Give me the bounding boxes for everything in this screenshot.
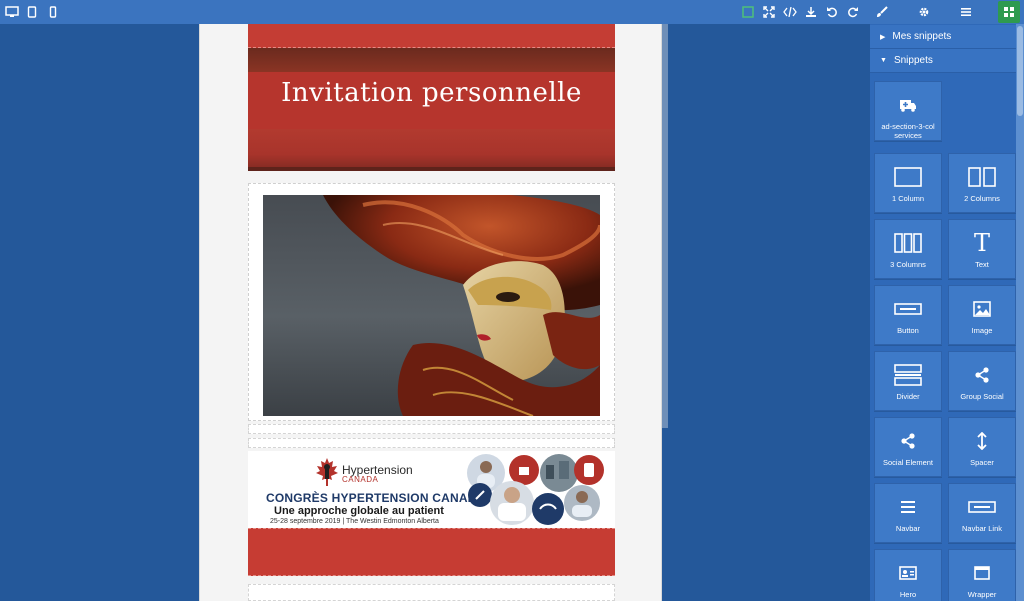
snippet-3-columns[interactable]: 3 Columns — [874, 219, 942, 279]
snippet-label: Button — [897, 326, 919, 335]
medical-collage-icon — [467, 454, 604, 525]
spacer-row[interactable] — [248, 424, 615, 434]
congress-banner[interactable]: Hypertension CANADA CONGRÈS HYPERTENSION… — [248, 451, 615, 528]
button-icon — [875, 296, 941, 322]
footer-red-band[interactable] — [248, 528, 615, 576]
snippet-label: Navbar — [895, 524, 921, 533]
snippet-wrapper[interactable]: Wrapper — [948, 549, 1016, 601]
snippet-spacer[interactable]: Spacer — [948, 417, 1016, 477]
snippet-label: Group Social — [960, 392, 1004, 401]
undo-icon[interactable] — [822, 0, 842, 24]
banner-dates: 25-28 septembre 2019 | The Westin Edmont… — [270, 518, 439, 525]
border-toggle-icon[interactable] — [738, 0, 758, 24]
desktop-view-icon[interactable] — [2, 0, 22, 24]
header-dark-band — [248, 48, 615, 72]
paint-brush-icon[interactable] — [872, 0, 892, 24]
panel-scrollbar-thumb[interactable] — [1017, 26, 1023, 116]
logo-sub: CANADA — [342, 475, 379, 484]
snippet-label: 1 Column — [891, 194, 925, 203]
email-header[interactable]: Invitation personnelle — [248, 24, 615, 171]
snippet-label: Divider — [896, 392, 920, 401]
section-label: Snippets — [893, 55, 933, 66]
download-icon[interactable] — [801, 0, 821, 24]
header-stripe — [248, 24, 615, 48]
maple-leaf-logo-icon — [316, 458, 338, 486]
masquerade-photo[interactable] — [263, 195, 600, 416]
snippet-label: 3 Columns — [890, 260, 926, 269]
snippet-label: Social Element — [882, 458, 934, 467]
image-icon — [949, 296, 1015, 322]
email-page[interactable]: Invitation personnelle Hypertension CANA… — [199, 24, 662, 601]
image-block[interactable] — [248, 183, 615, 421]
redo-icon[interactable] — [843, 0, 863, 24]
panel-scrollbar[interactable] — [1016, 24, 1024, 601]
id-card-icon — [875, 560, 941, 586]
fullscreen-icon[interactable] — [759, 0, 779, 24]
snippet-navbar-link[interactable]: Navbar Link — [948, 483, 1016, 543]
snippet-label: Hero — [899, 590, 917, 599]
vertical-arrows-icon — [949, 428, 1015, 454]
snippet-label: ad-section-3-col services — [881, 122, 935, 140]
ambulance-icon — [875, 92, 941, 118]
snippet-image[interactable]: Image — [948, 285, 1016, 345]
snippet-label: Wrapper — [967, 590, 997, 599]
window-icon — [949, 560, 1015, 586]
snippet-social-element[interactable]: Social Element — [874, 417, 942, 477]
tablet-view-icon[interactable] — [22, 0, 42, 24]
snippet-1-column[interactable]: 1 Column — [874, 153, 942, 213]
two-columns-icon — [949, 164, 1015, 190]
one-column-icon — [875, 164, 941, 190]
three-columns-icon — [875, 230, 941, 256]
header-base — [248, 129, 615, 171]
snippet-label: Navbar Link — [961, 524, 1003, 533]
snippet-group-social[interactable]: Group Social — [948, 351, 1016, 411]
snippet-ad-section[interactable]: ad-section-3-col services — [874, 81, 942, 141]
banner-headline: CONGRÈS HYPERTENSION CANADA — [266, 491, 486, 505]
header-title[interactable]: Invitation personnelle — [248, 78, 615, 108]
layers-menu-icon[interactable] — [956, 0, 976, 24]
share-icon — [875, 428, 941, 454]
snippet-divider[interactable]: Divider — [874, 351, 942, 411]
text-icon: T — [973, 229, 990, 257]
section-mes-snippets[interactable]: ▶ Mes snippets — [870, 25, 1016, 49]
snippet-label: Image — [971, 326, 993, 335]
divider-icon — [875, 362, 941, 388]
banner-subline: Une approche globale au patient — [274, 505, 444, 517]
caret-right-icon: ▶ — [880, 33, 886, 41]
snippet-text[interactable]: T Text — [948, 219, 1016, 279]
snippet-hero[interactable]: Hero — [874, 549, 942, 601]
snippet-navbar[interactable]: Navbar — [874, 483, 942, 543]
share-icon — [949, 362, 1015, 388]
spacer-row[interactable] — [248, 438, 615, 448]
snippet-label: Text — [975, 260, 989, 269]
code-icon[interactable] — [780, 0, 800, 24]
footer-row[interactable] — [248, 584, 615, 601]
gear-icon[interactable] — [914, 0, 934, 24]
hamburger-icon — [875, 494, 941, 520]
snippet-label: 2 Columns — [964, 194, 1000, 203]
section-label: Mes snippets — [892, 31, 952, 42]
blocks-panel-icon[interactable] — [998, 1, 1020, 23]
snippet-2-columns[interactable]: 2 Columns — [948, 153, 1016, 213]
canvas-scrollbar[interactable] — [662, 24, 668, 428]
mobile-view-icon[interactable] — [43, 0, 63, 24]
snippet-button[interactable]: Button — [874, 285, 942, 345]
top-toolbar — [0, 0, 1024, 24]
caret-down-icon: ▼ — [880, 57, 887, 64]
snippet-label: Spacer — [970, 458, 994, 467]
header-base-line — [248, 167, 615, 171]
link-box-icon — [949, 494, 1015, 520]
section-snippets[interactable]: ▼ Snippets — [870, 49, 1016, 73]
